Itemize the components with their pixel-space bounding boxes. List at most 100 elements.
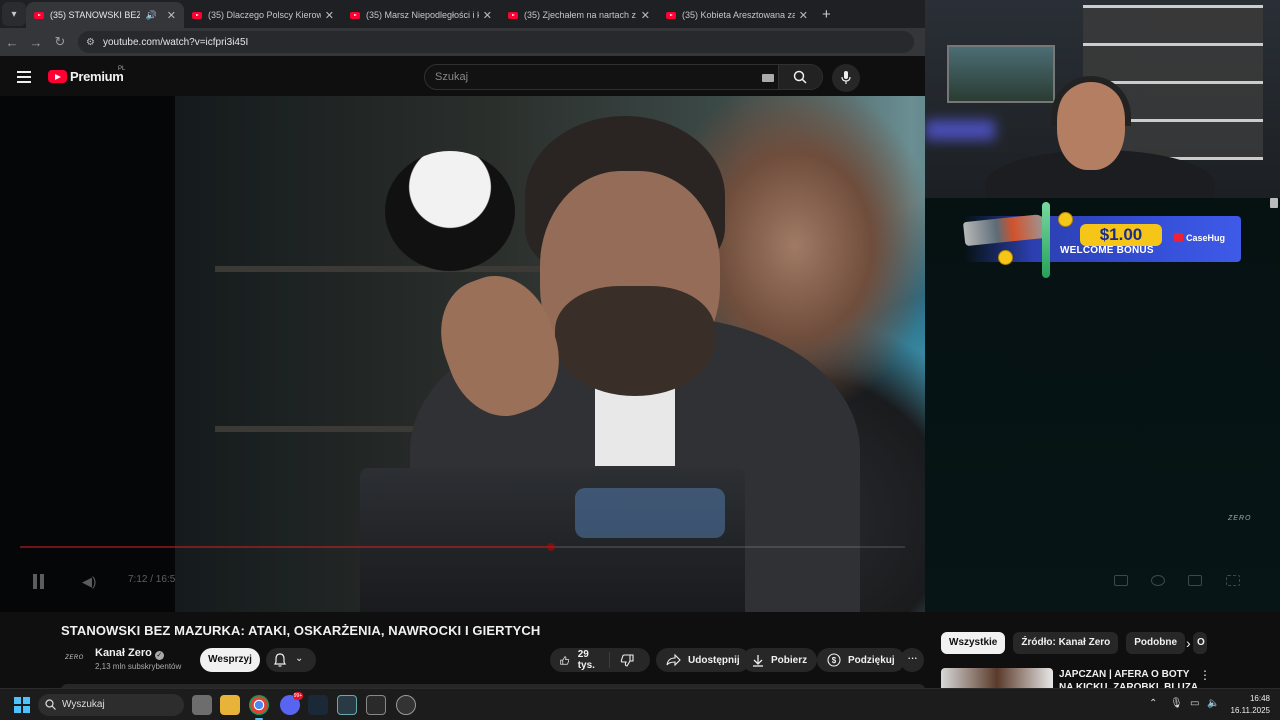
tab-title: (35) Marsz Niepodległości i kor — [366, 10, 479, 20]
close-tab-icon[interactable]: ✕ — [483, 9, 492, 22]
browser-tab-2[interactable]: (35) Dlaczego Polscy Kierowcy ✕ — [184, 2, 342, 28]
keyboard-icon[interactable] — [762, 74, 774, 82]
subtitles-icon[interactable] — [1114, 575, 1128, 586]
progress-played — [20, 546, 551, 548]
browser-tab-3[interactable]: (35) Marsz Niepodległości i kor ✕ — [342, 2, 500, 28]
verified-icon: ✓ — [154, 651, 164, 660]
download-icon — [753, 654, 763, 667]
taskbar-search-placeholder: Wyszukaj — [62, 699, 105, 710]
fullscreen-icon[interactable] — [1226, 575, 1240, 586]
download-button[interactable]: Pobierz — [742, 648, 818, 672]
speaker-icon[interactable]: 🔊 — [146, 10, 157, 21]
new-tab-button[interactable]: + — [822, 6, 831, 23]
browser-tab-1[interactable]: (35) STANOWSKI BEZ MAZU 🔊 ✕ — [26, 2, 184, 28]
video-player[interactable]: ◀) 7:12 / 16:5 — [0, 96, 925, 612]
time-display: 7:12 / 16:5 — [128, 574, 176, 585]
browser-tab-5[interactable]: (35) Kobieta Aresztowana za U ✕ — [658, 2, 816, 28]
recommendation-title[interactable]: JAPCZAN | AFERA O BOTY NA KICKU, ZAROBKI… — [1059, 668, 1199, 688]
channel-name[interactable]: Kanał Zero ✓ — [95, 647, 164, 660]
forward-icon[interactable]: → — [24, 35, 48, 50]
tab-title: (35) Zjechałem na nartach z Mo — [524, 10, 637, 20]
close-tab-icon[interactable]: ✕ — [325, 9, 334, 22]
region-code: PL — [118, 66, 126, 72]
channel-name-text: Kanał Zero — [95, 647, 152, 659]
chip-source[interactable]: Źródło: Kanał Zero — [1013, 632, 1119, 654]
video-info: STANOWSKI BEZ MAZURKA: ATAKI, OSKARŻENIA… — [0, 612, 1280, 690]
volume-icon[interactable]: ◀) — [82, 574, 96, 590]
clock-time: 16:48 — [1249, 694, 1270, 703]
close-tab-icon[interactable]: ✕ — [641, 9, 650, 22]
voice-search-button[interactable] — [832, 64, 860, 92]
like-count: 29 tys. — [577, 649, 595, 671]
taskbar-search[interactable]: Wyszukaj — [38, 694, 184, 716]
channel-watermark: ZERO — [1228, 515, 1252, 522]
chip-more[interactable]: O — [1193, 632, 1208, 654]
epic-games-icon[interactable] — [366, 695, 386, 715]
progress-scrubber[interactable] — [547, 543, 555, 551]
tab-search-chevron-icon[interactable]: ▾ — [2, 2, 26, 26]
webcam-aquarium — [947, 45, 1055, 103]
microphone-icon — [841, 71, 851, 84]
laptop-sticker — [575, 488, 725, 538]
url-field[interactable]: ⚙ youtube.com/watch?v=icfpri3i45I — [78, 31, 914, 53]
app-icon[interactable] — [396, 695, 416, 715]
miniplayer-icon[interactable] — [1188, 575, 1202, 586]
chevron-right-icon[interactable]: › — [1186, 635, 1191, 651]
channel-avatar[interactable]: ZERO — [61, 648, 88, 668]
discord-icon[interactable]: 99+ — [280, 692, 303, 715]
url-text: youtube.com/watch?v=icfpri3i45I — [102, 36, 249, 48]
youtube-favicon-icon — [192, 11, 202, 19]
search-placeholder: Szukaj — [435, 71, 469, 83]
start-button[interactable] — [14, 697, 30, 713]
like-button[interactable]: 29 tys. — [550, 649, 611, 671]
youtube-logo[interactable]: Premium PL — [48, 66, 126, 84]
share-icon — [666, 654, 681, 666]
webcam-overlay — [925, 0, 1280, 198]
support-button[interactable]: Wesprzyj — [200, 648, 260, 672]
browser-tabbar: ▾ (35) STANOWSKI BEZ MAZU 🔊 ✕ (35) Dlacz… — [0, 0, 925, 28]
scrollbar-thumb[interactable] — [1270, 198, 1278, 208]
task-view-icon[interactable] — [192, 695, 212, 715]
dislike-button[interactable] — [610, 653, 651, 667]
file-explorer-icon[interactable] — [220, 695, 240, 715]
close-tab-icon[interactable]: ✕ — [167, 9, 176, 22]
subscriber-count: 2,13 mln subskrybentów — [95, 662, 182, 671]
reload-icon[interactable]: ↻ — [48, 34, 72, 50]
download-label: Pobierz — [771, 654, 808, 666]
search-box[interactable]: Szukaj — [424, 64, 823, 90]
discord-badge: 99+ — [293, 692, 303, 700]
close-tab-icon[interactable]: ✕ — [799, 9, 808, 22]
youtube-play-icon — [48, 70, 67, 83]
more-actions-button[interactable]: ··· — [900, 648, 924, 672]
menu-icon[interactable] — [17, 71, 31, 83]
site-info-icon[interactable]: ⚙ — [86, 37, 95, 48]
thanks-button[interactable]: $ Podziękuj — [817, 648, 905, 672]
progress-bar[interactable] — [20, 543, 905, 551]
coin-icon — [1058, 212, 1073, 227]
chip-all[interactable]: Wszystkie — [941, 632, 1006, 654]
microphone-tray-icon[interactable]: 🎙 — [1170, 698, 1183, 709]
browser-tab-4[interactable]: (35) Zjechałem na nartach z Mo ✕ — [500, 2, 658, 28]
app-icon[interactable] — [337, 695, 357, 715]
search-button[interactable] — [778, 65, 822, 89]
chrome-icon[interactable] — [249, 695, 269, 720]
youtube-favicon-icon — [34, 11, 44, 19]
notifications-button[interactable]: ⌄ — [266, 648, 316, 672]
taskbar-clock[interactable]: 16:48 16.11.2025 — [1226, 693, 1270, 717]
thumbs-down-icon — [621, 653, 634, 667]
recommendation-thumbnail[interactable] — [941, 668, 1053, 688]
volume-tray-icon[interactable]: 🔈 — [1207, 698, 1219, 709]
share-button[interactable]: Udostępnij — [656, 648, 750, 672]
shelf — [215, 266, 545, 272]
youtube-favicon-icon — [508, 11, 518, 19]
chip-related[interactable]: Podobne — [1126, 632, 1186, 654]
settings-icon[interactable] — [1151, 575, 1165, 586]
kebab-menu-icon[interactable]: ⋮ — [1199, 668, 1211, 682]
back-icon[interactable]: ← — [0, 35, 24, 50]
steam-icon[interactable] — [308, 695, 328, 715]
pause-button[interactable] — [33, 574, 47, 589]
webcam-led-light — [925, 120, 995, 140]
network-icon[interactable]: ▭ — [1190, 698, 1199, 709]
welcome-bonus-ad[interactable]: $1.00 WELCOME BONUS CaseHug — [962, 202, 1241, 278]
tray-chevron-up-icon[interactable]: ⌃ — [1149, 698, 1157, 709]
